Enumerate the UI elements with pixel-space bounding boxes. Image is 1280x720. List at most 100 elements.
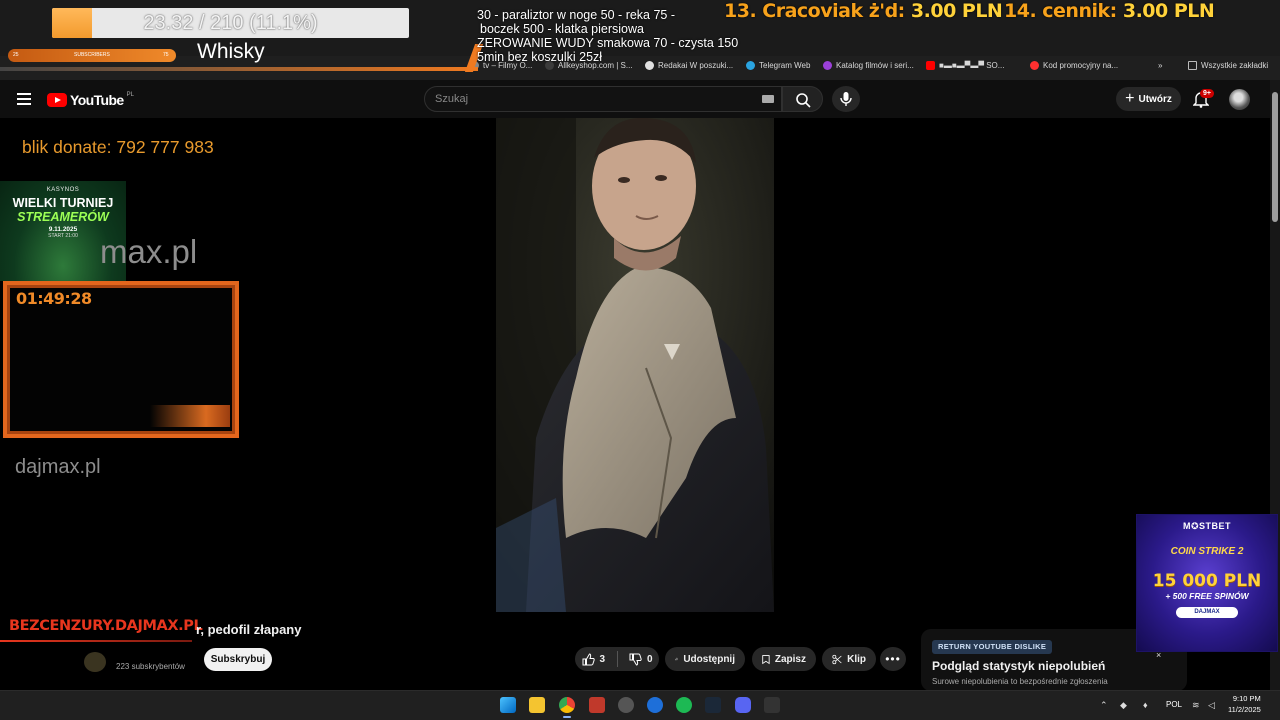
- clip-button[interactable]: Klip: [822, 647, 876, 671]
- browser-app-icon[interactable]: [647, 697, 663, 713]
- bookmark-item[interactable]: Telegram Web: [746, 61, 810, 70]
- spotify-icon[interactable]: [676, 697, 692, 713]
- youtube-logo[interactable]: YouTube PL: [47, 92, 134, 108]
- subs-bar-label: SUBSCRIBERS: [74, 52, 110, 58]
- price-ticker-14: 14. cennik: 3.00 PLN: [1004, 0, 1215, 22]
- microphone-icon: [840, 92, 852, 106]
- youtube-wordmark: YouTube: [70, 92, 124, 108]
- drink-label: Whisky: [197, 40, 265, 63]
- folder-icon: [1188, 61, 1197, 70]
- overlay-underline: [0, 67, 478, 71]
- share-label: Udostępnij: [683, 653, 735, 665]
- bookmark-item[interactable]: Katalog filmów i seri...: [823, 61, 914, 70]
- volume-icon[interactable]: ◁: [1208, 700, 1215, 711]
- like-button[interactable]: 3: [575, 647, 612, 671]
- ryd-subtitle: Surowe niepolubienia to bezpośrednie zgł…: [932, 677, 1108, 686]
- voice-search-button[interactable]: [832, 86, 860, 112]
- menu-line: ZEROWANIE WUDY smakowa 70 - czysta 150: [477, 36, 739, 50]
- webcam-frame-accent: [150, 405, 230, 427]
- menu-line: 5min bez koszulki 25zł: [477, 50, 603, 64]
- ryd-tag: RETURN YOUTUBE DISLIKE: [932, 640, 1053, 654]
- donation-goal-bar: 23.32 / 210 (11.1%): [52, 8, 409, 38]
- scrollbar-thumb[interactable]: [1272, 92, 1278, 222]
- share-icon: [675, 657, 679, 661]
- keyboard-language[interactable]: POL: [1166, 700, 1182, 709]
- country-code: PL: [126, 92, 134, 98]
- plus-icon: +: [1125, 90, 1135, 107]
- menu-icon[interactable]: [17, 93, 31, 105]
- scissors-icon: [832, 654, 842, 664]
- price-label: 14. cennik:: [1004, 0, 1117, 22]
- video-title: r, pedofil złapany: [196, 622, 302, 637]
- tray-chevron-up-icon[interactable]: ⌃: [1100, 700, 1108, 711]
- subscribe-button[interactable]: Subskrybuj: [204, 648, 272, 671]
- youtube-icon: [926, 61, 935, 70]
- like-divider: [616, 651, 618, 667]
- price-ticker-13: 13. Cracoviak ż'd: 3.00 PLN: [724, 0, 1003, 22]
- search-input[interactable]: [425, 87, 725, 111]
- share-button[interactable]: Udostępnij: [665, 647, 745, 671]
- all-bookmarks-folder[interactable]: Wszystkie zakładki: [1188, 61, 1268, 70]
- channel-avatar[interactable]: [84, 652, 106, 672]
- ad-promo-code: DAJMAX: [1176, 607, 1238, 618]
- microphone-tray-icon[interactable]: ♦: [1143, 700, 1148, 710]
- thumbs-up-icon: [582, 652, 595, 665]
- subscriber-count: 223 subskrybentów: [116, 662, 185, 671]
- obs-icon[interactable]: [618, 697, 634, 713]
- create-button[interactable]: + Utwórz: [1116, 87, 1181, 111]
- donation-goal-text: 23.32 / 210 (11.1%): [143, 11, 318, 34]
- system-clock[interactable]: 9:10 PM 11/2/2025: [1228, 693, 1261, 715]
- create-label: Utwórz: [1138, 93, 1172, 105]
- watermark-url-small: dajmax.pl: [15, 456, 101, 478]
- subs-bar-start: 25: [13, 52, 19, 58]
- windows-taskbar: [0, 690, 1280, 720]
- bezcenzury-url: BEZCENZURY.DAJMAX.PL: [9, 618, 203, 634]
- price-value: 3.00 PLN: [1122, 0, 1215, 22]
- bookmark-label: ■▬■▬▀▬▀ SO...: [939, 61, 1005, 70]
- steam-icon[interactable]: [705, 697, 721, 713]
- video-player[interactable]: [496, 118, 774, 612]
- clock-date: 11/2/2025: [1228, 705, 1261, 714]
- dislike-count: 0: [646, 653, 653, 665]
- discord-icon[interactable]: [735, 697, 751, 713]
- stream-app-icon[interactable]: [589, 697, 605, 713]
- telegram-icon: [746, 61, 755, 70]
- subs-bar-end: 75: [163, 52, 169, 58]
- tournament-subtitle: STREAMERÓW: [17, 210, 109, 224]
- donation-menu: 30 - paraliztor w noge 50 - reka 75 - bo…: [477, 8, 739, 64]
- bookmark-label: Telegram Web: [759, 61, 811, 70]
- ad-game: COIN STRIKE 2: [1170, 546, 1244, 557]
- search-button[interactable]: [782, 86, 823, 112]
- bookmark-label: Kod promocyjny na...: [1043, 61, 1119, 70]
- like-count: 3: [599, 653, 606, 665]
- like-dislike-group: 3 0: [575, 647, 659, 671]
- ad-spins: + 500 FREE SPINÓW: [1165, 591, 1249, 601]
- active-app-indicator: [563, 716, 571, 718]
- more-actions-button[interactable]: •••: [880, 647, 906, 671]
- tournament-title: WIELKI TURNIEJ: [12, 196, 114, 210]
- youtube-play-icon: [47, 93, 67, 107]
- search-icon: [796, 93, 811, 108]
- bookmark-item[interactable]: ■▬■▬▀▬▀ SO...: [926, 61, 1004, 70]
- bookmarks-overflow-chevron-icon[interactable]: »: [1158, 61, 1162, 70]
- clock-time: 9:10 PM: [1232, 694, 1261, 703]
- app-icon[interactable]: [764, 697, 780, 713]
- stream-timer: 01:49:28: [16, 289, 92, 308]
- file-explorer-icon[interactable]: [529, 697, 545, 713]
- bookmark-label: Katalog filmów i seri...: [836, 61, 914, 70]
- ad-brand: M✪STBET: [1182, 521, 1232, 531]
- account-avatar[interactable]: [1229, 89, 1250, 110]
- bezcenzury-underline: [0, 640, 192, 642]
- ad-prize: 15 000 PLN: [1152, 571, 1262, 591]
- dislike-button[interactable]: 0: [622, 647, 659, 671]
- tournament-date: 9.11.2025: [48, 226, 78, 233]
- save-button[interactable]: Zapisz: [752, 647, 816, 671]
- keyboard-icon[interactable]: [762, 95, 774, 103]
- bookmark-item[interactable]: Kod promocyjny na...: [1030, 61, 1118, 70]
- steam-tray-icon[interactable]: ◆: [1120, 700, 1127, 711]
- casino-ad: M✪STBET COIN STRIKE 2 15 000 PLN + 500 F…: [1136, 514, 1278, 652]
- chrome-icon[interactable]: [559, 697, 575, 713]
- wifi-icon[interactable]: ≋: [1192, 700, 1200, 711]
- price-value: 3.00 PLN: [910, 0, 1003, 22]
- start-windows-icon[interactable]: [500, 697, 516, 713]
